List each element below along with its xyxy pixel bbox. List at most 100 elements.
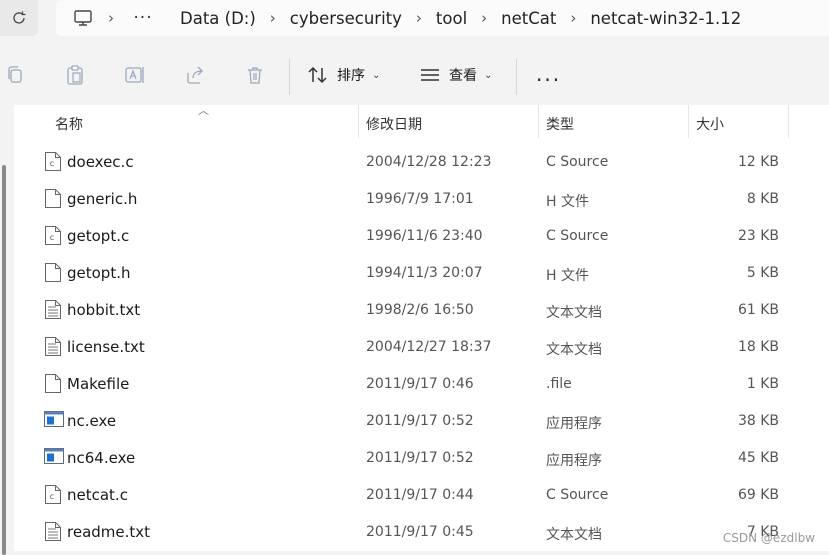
file-name[interactable]: getopt.h	[67, 264, 131, 282]
blank-file-icon	[44, 262, 62, 283]
scrollbar-thumb[interactable]	[2, 165, 6, 555]
breadcrumb-chevron-icon[interactable]: ›	[94, 9, 128, 27]
file-modified-date: 2004/12/27 18:37	[366, 339, 492, 355]
file-modified-date: 2011/9/17 0:44	[366, 487, 474, 503]
file-name[interactable]: license.txt	[67, 338, 145, 356]
more-options-button[interactable]: ···	[536, 68, 561, 92]
column-divider[interactable]	[538, 105, 539, 138]
file-type: C Source	[546, 228, 609, 244]
c-source-file-icon: c	[44, 225, 62, 246]
file-size: 8 KB	[746, 191, 779, 207]
file-type: H 文件	[546, 268, 589, 284]
file-name[interactable]: Makefile	[67, 375, 129, 393]
file-type: H 文件	[546, 194, 589, 210]
file-size: 12 KB	[737, 154, 779, 170]
file-row[interactable]: c netcat.c 2011/9/17 0:44 C Source 69 KB	[14, 476, 829, 513]
address-bar: › ··· Data (D:) › cybersecurity › tool ›…	[0, 0, 829, 47]
file-size: 23 KB	[737, 228, 779, 244]
command-bar: 排序 ⌄ 查看 ⌄	[0, 47, 829, 105]
file-size: 18 KB	[737, 339, 779, 355]
file-row[interactable]: c doexec.c 2004/12/28 12:23 C Source 12 KB	[14, 143, 829, 180]
breadcrumb-item-tool[interactable]: tool	[436, 9, 467, 28]
breadcrumb-chevron-icon[interactable]: ›	[556, 9, 590, 27]
file-modified-date: 2011/9/17 0:52	[366, 413, 474, 429]
text-file-icon	[44, 521, 62, 542]
file-row[interactable]: generic.h 1996/7/9 17:01 H 文件 8 KB	[14, 180, 829, 217]
column-divider[interactable]	[358, 105, 359, 138]
file-size: 45 KB	[737, 450, 779, 466]
file-name[interactable]: nc.exe	[67, 412, 116, 430]
file-modified-date: 2011/9/17 0:45	[366, 524, 474, 540]
column-divider[interactable]	[788, 105, 789, 138]
file-modified-date: 2004/12/28 12:23	[366, 154, 492, 170]
file-type: 应用程序	[546, 453, 602, 469]
column-header: ︿ 名称 修改日期 类型 大小	[14, 104, 829, 140]
navigation-pane-scrollbar[interactable]	[0, 105, 14, 555]
file-modified-date: 1996/11/6 23:40	[366, 228, 483, 244]
file-row[interactable]: getopt.h 1994/11/3 20:07 H 文件 5 KB	[14, 254, 829, 291]
delete-icon[interactable]	[243, 63, 267, 87]
refresh-button[interactable]	[0, 0, 38, 36]
this-pc-icon[interactable]	[72, 7, 94, 29]
file-size: 5 KB	[746, 265, 779, 281]
toolbar-divider	[516, 59, 517, 95]
file-type: C Source	[546, 154, 609, 170]
svg-text:c: c	[50, 492, 54, 501]
sort-button[interactable]: 排序 ⌄	[307, 64, 380, 86]
file-type: 文本文档	[546, 527, 602, 543]
column-header-date[interactable]: 修改日期	[366, 114, 422, 134]
file-modified-date: 1996/7/9 17:01	[366, 191, 474, 207]
svg-text:c: c	[50, 159, 54, 168]
file-size: 1 KB	[746, 376, 779, 392]
file-name[interactable]: hobbit.txt	[67, 301, 140, 319]
file-name[interactable]: generic.h	[67, 190, 137, 208]
column-header-type[interactable]: 类型	[546, 114, 574, 134]
sort-label: 排序	[337, 68, 365, 84]
file-row[interactable]: hobbit.txt 1998/2/6 16:50 文本文档 61 KB	[14, 291, 829, 328]
breadcrumb-item-current-folder[interactable]: netcat-win32-1.12	[590, 9, 741, 28]
file-type: 应用程序	[546, 416, 602, 432]
file-row[interactable]: nc.exe 2011/9/17 0:52 应用程序 38 KB	[14, 402, 829, 439]
blank-file-icon	[44, 373, 62, 394]
text-file-icon	[44, 299, 62, 320]
file-size: 38 KB	[737, 413, 779, 429]
view-button[interactable]: 查看 ⌄	[419, 64, 492, 86]
paste-icon[interactable]	[63, 63, 87, 87]
breadcrumb-item-drive[interactable]: Data (D:)	[180, 9, 256, 28]
breadcrumb-item-netcat[interactable]: netCat	[501, 9, 556, 28]
rename-icon[interactable]	[123, 63, 147, 87]
watermark: CSDN @ezdlbw	[722, 531, 815, 545]
breadcrumb-overflow-button[interactable]: ···	[128, 8, 158, 28]
breadcrumb-chevron-icon[interactable]: ›	[256, 9, 290, 27]
column-divider[interactable]	[688, 105, 689, 138]
file-name[interactable]: doexec.c	[67, 153, 134, 171]
file-size: 61 KB	[737, 302, 779, 318]
view-label: 查看	[449, 68, 477, 84]
file-size: 69 KB	[737, 487, 779, 503]
file-name[interactable]: netcat.c	[67, 486, 128, 504]
file-type: C Source	[546, 487, 609, 503]
file-name[interactable]: nc64.exe	[67, 449, 135, 467]
share-icon[interactable]	[183, 63, 207, 87]
breadcrumb: › ··· Data (D:) › cybersecurity › tool ›…	[56, 0, 829, 36]
file-row[interactable]: readme.txt 2011/9/17 0:45 文本文档 7 KB	[14, 513, 829, 550]
file-row[interactable]: Makefile 2011/9/17 0:46 .file 1 KB	[14, 365, 829, 402]
file-name[interactable]: readme.txt	[67, 523, 150, 541]
breadcrumb-chevron-icon[interactable]: ›	[402, 9, 436, 27]
file-modified-date: 2011/9/17 0:46	[366, 376, 474, 392]
file-row[interactable]: license.txt 2004/12/27 18:37 文本文档 18 KB	[14, 328, 829, 365]
file-modified-date: 2011/9/17 0:52	[366, 450, 474, 466]
breadcrumb-item-cybersecurity[interactable]: cybersecurity	[290, 9, 402, 28]
file-row[interactable]: nc64.exe 2011/9/17 0:52 应用程序 45 KB	[14, 439, 829, 476]
sort-ascending-icon: ︿	[198, 104, 209, 117]
file-list: ︿ 名称 修改日期 类型 大小 c doexec.c 2004/12/28 12:2…	[14, 104, 829, 551]
c-source-file-icon: c	[44, 151, 62, 172]
file-name[interactable]: getopt.c	[67, 227, 129, 245]
column-header-size[interactable]: 大小	[696, 114, 724, 134]
file-row[interactable]: c getopt.c 1996/11/6 23:40 C Source 23 KB	[14, 217, 829, 254]
file-modified-date: 1994/11/3 20:07	[366, 265, 483, 281]
file-modified-date: 1998/2/6 16:50	[366, 302, 474, 318]
column-header-name[interactable]: 名称	[55, 114, 83, 134]
breadcrumb-chevron-icon[interactable]: ›	[467, 9, 501, 27]
copy-icon[interactable]	[3, 63, 27, 87]
